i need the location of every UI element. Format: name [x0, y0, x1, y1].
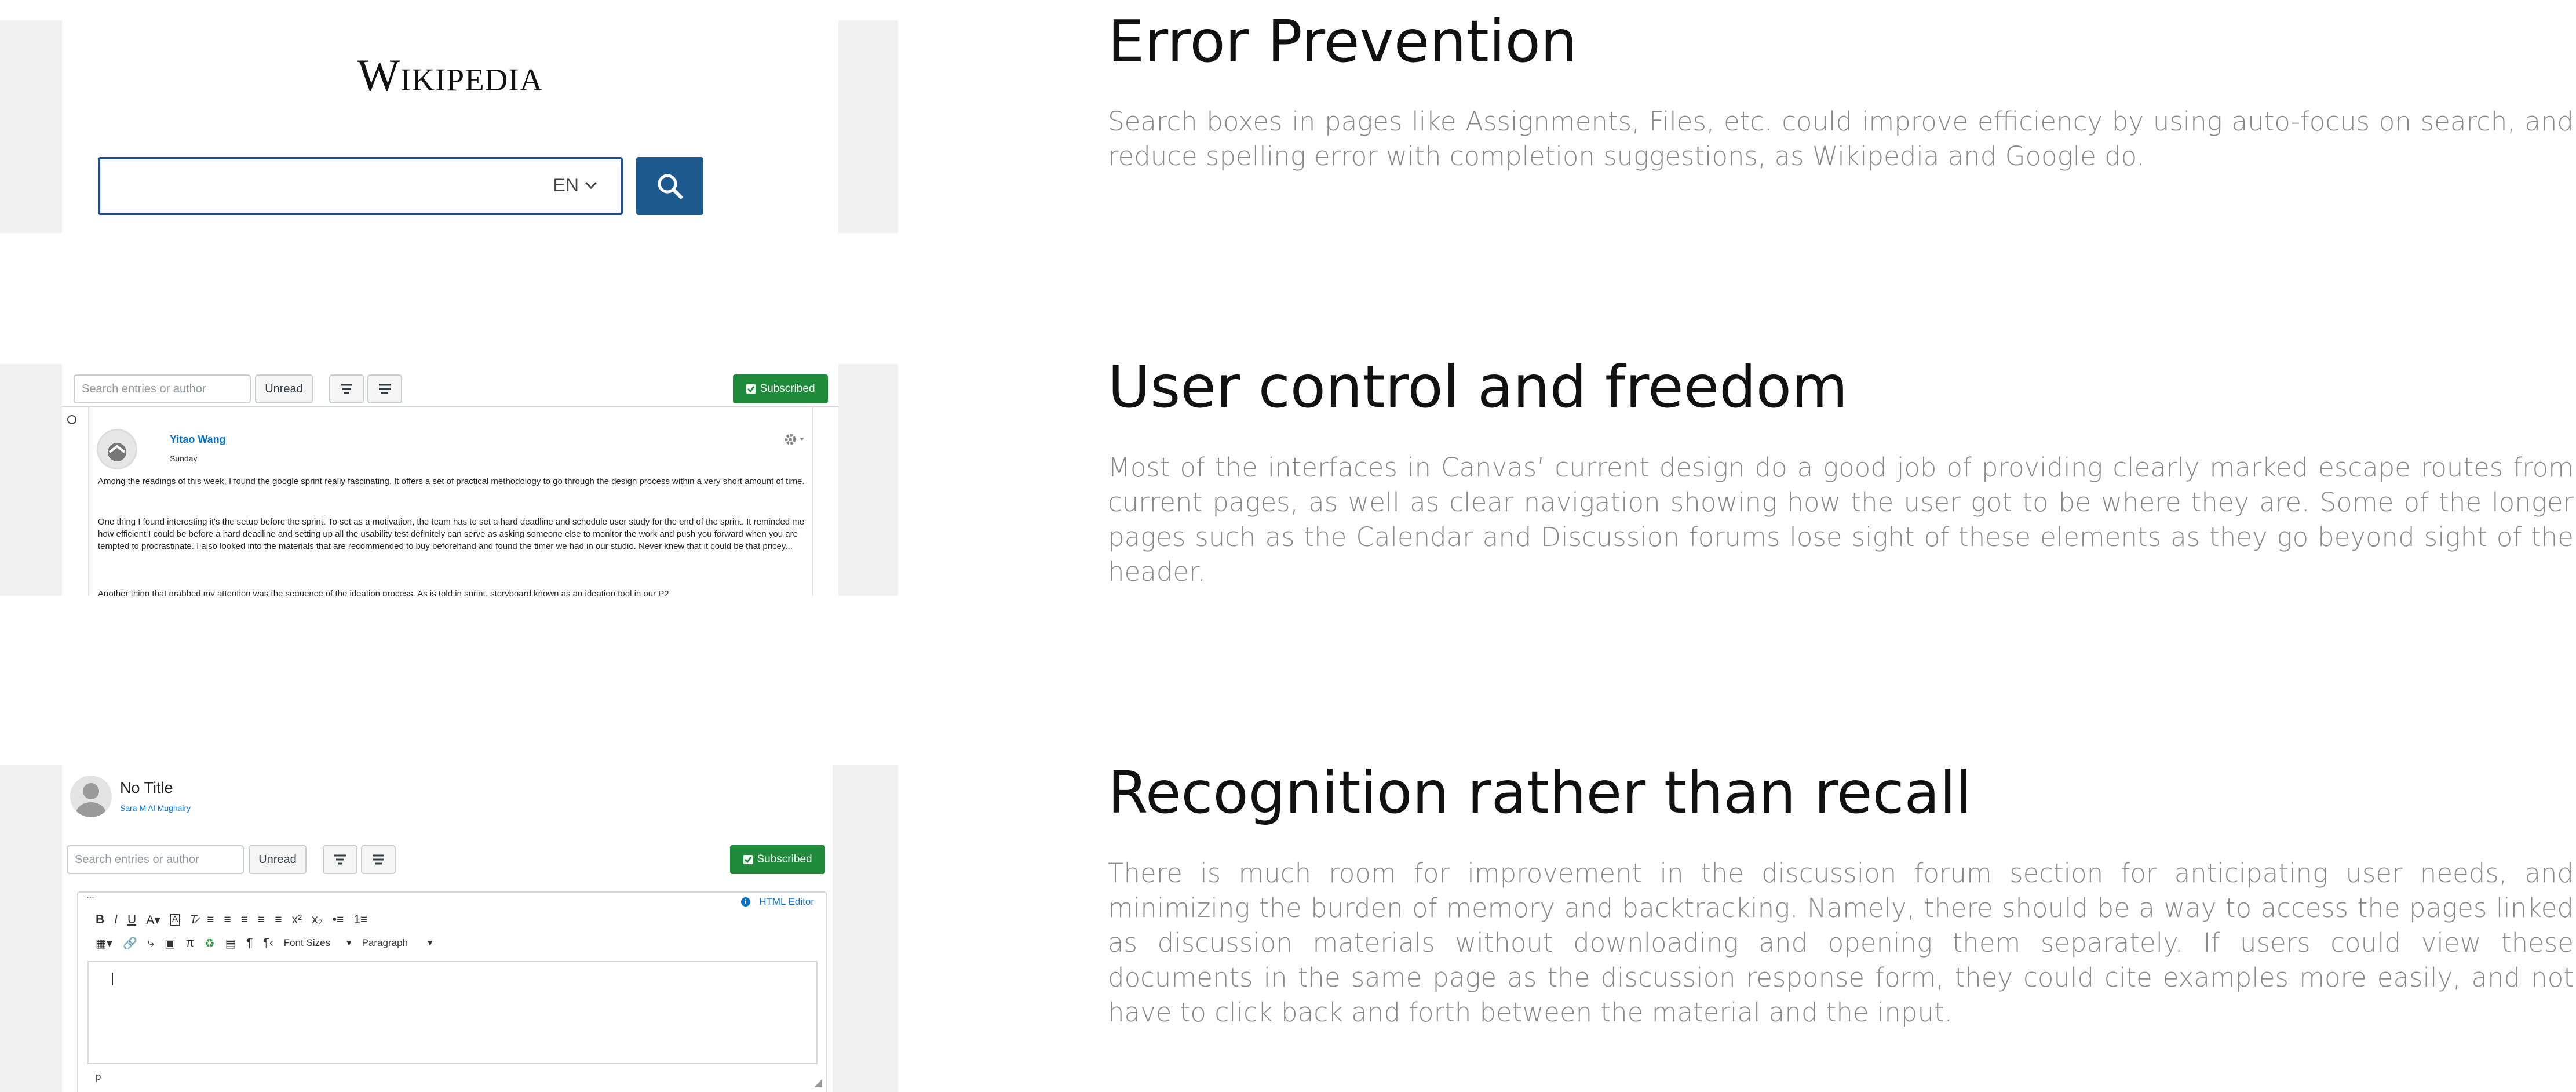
align-center-icon[interactable]: ≡	[224, 913, 231, 927]
subscript-icon[interactable]: x₂	[312, 913, 323, 927]
resize-handle-icon[interactable]	[814, 1079, 822, 1087]
wikipedia-logo: Wikipedia	[357, 50, 543, 100]
expand-icon	[373, 854, 384, 865]
section-heading-error-prevention: Error Prevention	[1108, 8, 1578, 75]
checkbox-icon	[746, 384, 756, 394]
expand-replies-button[interactable]	[361, 845, 396, 874]
paragraph-select[interactable]: Paragraph ▾	[362, 937, 433, 949]
wikipedia-screenshot: Wikipedia EN	[0, 20, 898, 233]
subscribed-button[interactable]: Subscribed	[733, 374, 828, 403]
link-icon[interactable]: 🔗	[123, 936, 137, 951]
numbered-list-icon[interactable]: 1≡	[353, 913, 367, 927]
unread-indicator-icon	[67, 415, 76, 424]
checkbox-icon	[743, 855, 753, 864]
indent-icon[interactable]: ≡	[275, 913, 282, 927]
ltr-icon[interactable]: ¶	[247, 937, 253, 950]
info-icon	[741, 897, 751, 907]
wikipedia-page: Wikipedia EN	[62, 20, 838, 233]
chevron-down-icon: ▾	[428, 937, 433, 948]
superscript-icon[interactable]: x²	[292, 913, 302, 927]
search-icon	[658, 174, 683, 199]
clear-formatting-icon[interactable]: T̷	[189, 913, 197, 927]
text-color-icon[interactable]: A▾	[146, 913, 160, 927]
search-button[interactable]	[636, 157, 703, 215]
align-left-icon[interactable]: ≡	[207, 913, 214, 927]
italic-icon[interactable]: I	[114, 913, 118, 927]
media-icon[interactable]: ▤	[225, 936, 236, 951]
section-text-error-prevention: Search boxes in pages like Assignments, …	[1108, 106, 2574, 172]
editor-path-label: p	[96, 1071, 101, 1082]
discussion-screenshot: Search entries or author Unread Subscrib…	[0, 364, 898, 596]
discussion-toolbar: Search entries or author Unread Subscrib…	[62, 364, 838, 407]
section-text-user-control: Most of the interfaces in Canvas’ curren…	[1108, 452, 2574, 587]
rtl-icon[interactable]: ¶‹	[263, 937, 273, 950]
html-editor-toggle[interactable]: HTML Editor	[740, 896, 814, 908]
collapse-replies-button[interactable]	[329, 374, 364, 403]
search-entries-input[interactable]: Search entries or author	[67, 845, 244, 874]
background-color-icon[interactable]: A	[170, 914, 180, 926]
reply-editor: … HTML Editor B I U A▾ A T̷ ≡ ≡ ≡ ≡ ≡ x²…	[77, 890, 827, 1092]
wikipedia-search-input[interactable]: EN	[98, 157, 623, 215]
more-options-icon[interactable]: …	[86, 890, 94, 900]
editor-screenshot: No Title Sara M Al Mughairy Search entri…	[0, 765, 898, 1092]
font-sizes-label: Font Sizes	[283, 937, 331, 948]
section-heading-user-control: User control and freedom	[1108, 353, 1848, 421]
expand-icon	[379, 384, 391, 394]
bold-icon[interactable]: B	[96, 913, 104, 927]
discussion-author-link[interactable]: Sara M Al Mughairy	[120, 803, 191, 813]
editor-text-area[interactable]	[87, 961, 818, 1064]
underline-icon[interactable]: U	[127, 913, 136, 927]
text-cursor	[112, 973, 113, 985]
html-editor-label: HTML Editor	[759, 896, 814, 907]
chevron-down-icon: ▾	[346, 937, 352, 948]
search-entries-input[interactable]: Search entries or author	[74, 374, 251, 403]
table-icon[interactable]: ▦▾	[96, 936, 112, 951]
align-justify-icon[interactable]: ≡	[258, 913, 265, 927]
equation-icon[interactable]: π	[186, 937, 194, 950]
font-sizes-select[interactable]: Font Sizes ▾	[284, 937, 352, 949]
editor-toolbar-row-2: ▦▾ 🔗 ⤷ ▣ π ♻ ▤ ¶ ¶‹ Font Sizes ▾ Paragra…	[96, 934, 433, 952]
align-right-icon[interactable]: ≡	[241, 913, 248, 927]
user-avatar-icon	[76, 783, 106, 817]
post-border	[88, 406, 813, 596]
unread-button[interactable]: Unread	[255, 374, 313, 403]
collapse-replies-button[interactable]	[323, 845, 357, 874]
image-icon[interactable]: ▣	[165, 936, 176, 951]
unlink-icon[interactable]: ⤷	[148, 937, 154, 950]
paragraph-label: Paragraph	[362, 937, 408, 948]
chevron-down-icon	[585, 181, 597, 189]
avatar	[70, 776, 112, 817]
section-text-recognition: There is much room for improvement in th…	[1108, 858, 2574, 1028]
language-label: EN	[553, 174, 579, 195]
subscribed-label: Subscribed	[760, 383, 815, 395]
apps-icon[interactable]: ♻	[205, 936, 215, 951]
discussion-title: No Title	[120, 779, 173, 796]
expand-replies-button[interactable]	[367, 374, 402, 403]
subscribed-button[interactable]: Subscribed	[730, 845, 825, 874]
subscribed-label: Subscribed	[757, 853, 812, 865]
collapse-icon	[341, 384, 352, 394]
bullet-list-icon[interactable]: •≡	[333, 913, 344, 927]
collapse-icon	[334, 854, 346, 865]
unread-button[interactable]: Unread	[249, 845, 307, 874]
editor-toolbar-row-1: B I U A▾ A T̷ ≡ ≡ ≡ ≡ ≡ x² x₂ •≡ 1≡	[96, 911, 367, 929]
discussion-page: Search entries or author Unread Subscrib…	[62, 364, 838, 596]
section-heading-recognition: Recognition rather than recall	[1108, 759, 1972, 827]
language-selector[interactable]: EN	[553, 174, 597, 196]
editor-page: No Title Sara M Al Mughairy Search entri…	[62, 765, 833, 1092]
